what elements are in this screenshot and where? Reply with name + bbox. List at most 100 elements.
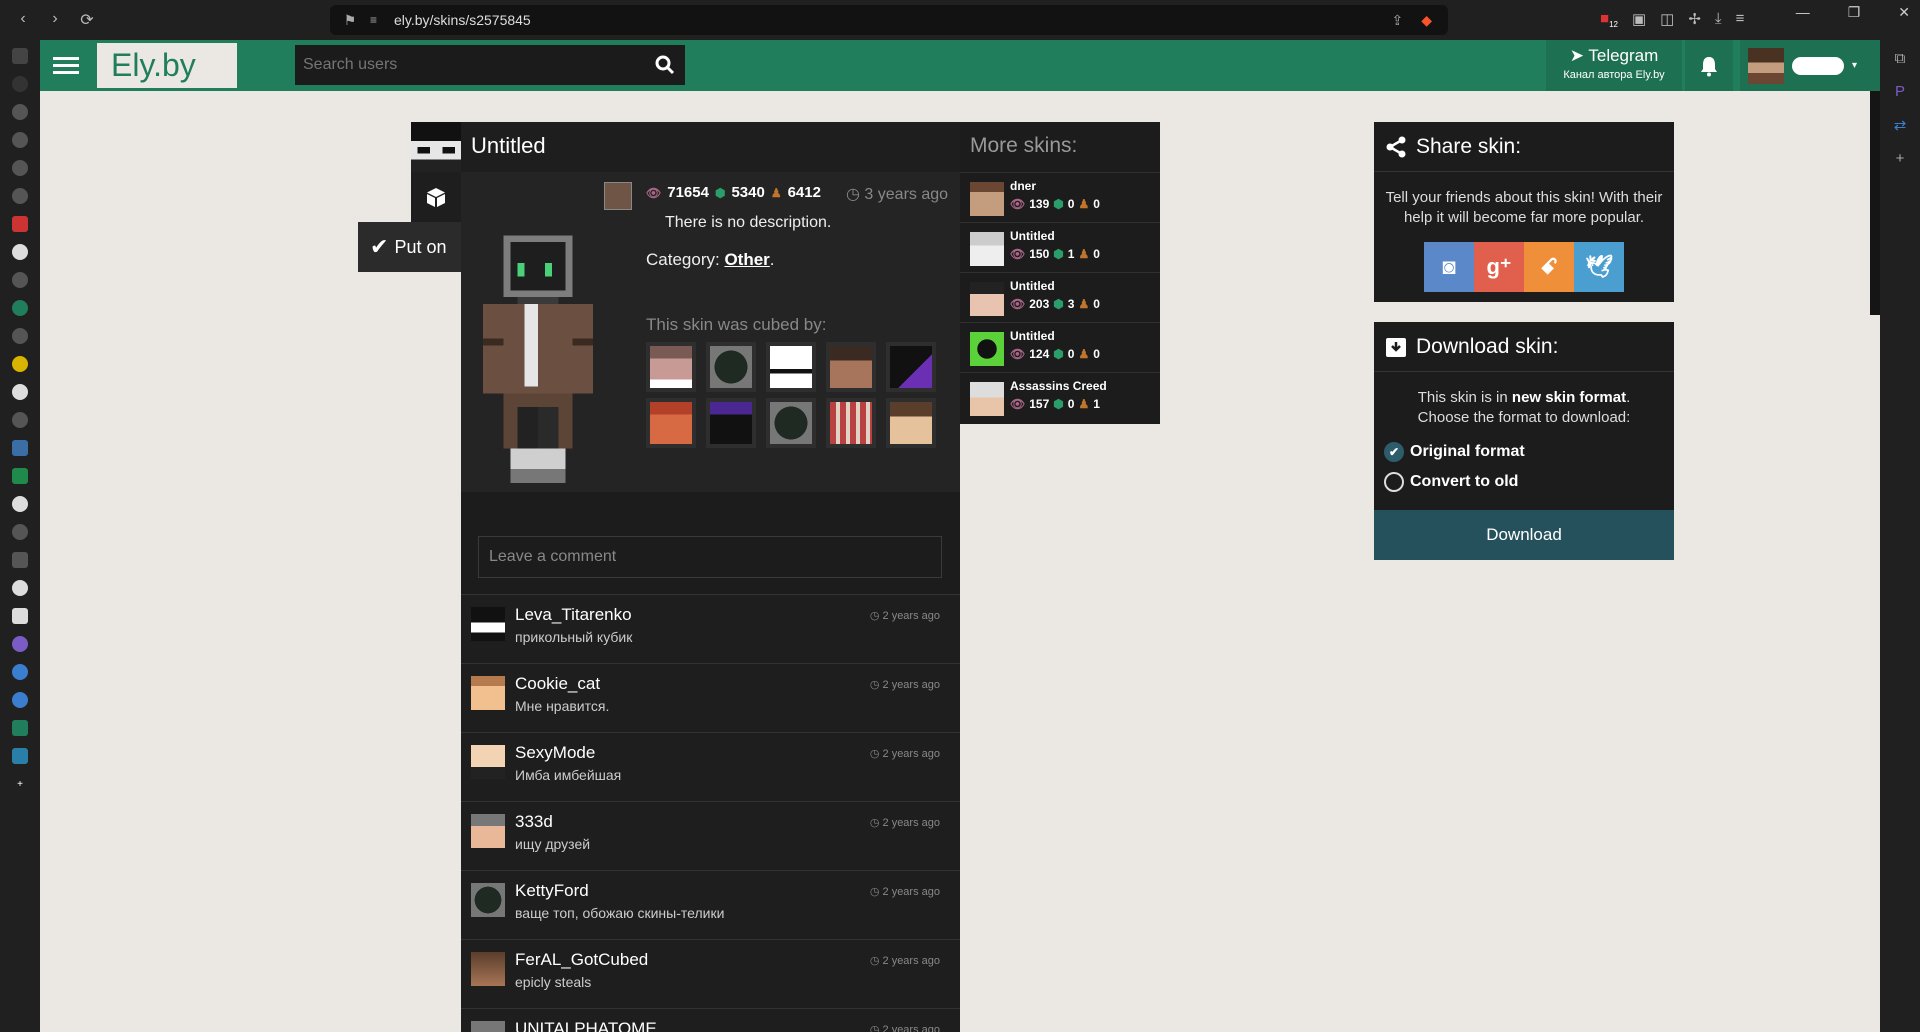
menu-icon[interactable]: ≡: [1736, 10, 1745, 29]
cuber-avatar[interactable]: [766, 342, 816, 392]
app-icon[interactable]: [12, 440, 28, 456]
odnoklassniki-share-button[interactable]: ꗃ: [1524, 242, 1574, 292]
close-icon[interactable]: ✕: [1898, 4, 1910, 21]
puzzle-icon[interactable]: ✢: [1688, 10, 1701, 29]
convert-old-radio[interactable]: Convert to old: [1374, 472, 1674, 492]
comment-avatar[interactable]: [471, 814, 505, 848]
telegram-link[interactable]: ➤ Telegram Канал автора Ely.by: [1546, 40, 1682, 91]
globe-icon[interactable]: [12, 328, 28, 344]
comment-author[interactable]: Cookie_cat: [515, 674, 600, 694]
app-icon[interactable]: [12, 300, 28, 316]
app-icon[interactable]: P: [1895, 83, 1905, 100]
search-button[interactable]: [645, 45, 685, 85]
original-format-radio[interactable]: ✔ Original format: [1374, 442, 1674, 462]
comment-input[interactable]: Leave a comment: [478, 536, 942, 578]
comment-avatar[interactable]: [471, 607, 505, 641]
more-skin-item[interactable]: Untitled 👁 203 ⬢ 3 ♟ 0: [960, 272, 1160, 322]
hamburger-menu-icon[interactable]: [40, 40, 91, 91]
download-button[interactable]: Download: [1374, 510, 1674, 560]
tab-skin-head[interactable]: [411, 122, 461, 172]
search-input[interactable]: [295, 45, 645, 85]
comment-author[interactable]: KettyFord: [515, 881, 589, 901]
app-icon[interactable]: [12, 356, 28, 372]
cuber-avatar[interactable]: [646, 342, 696, 392]
comment-avatar[interactable]: [471, 952, 505, 986]
site-logo[interactable]: Ely.by: [97, 43, 237, 88]
put-on-label: Put on: [394, 236, 447, 257]
more-skin-item[interactable]: Assassins Creed 👁 157 ⬢ 0 ♟ 1: [960, 372, 1160, 422]
extension-icon[interactable]: ▣: [1632, 10, 1646, 29]
globe-icon[interactable]: [12, 188, 28, 204]
app-icon[interactable]: [12, 636, 28, 652]
add-icon[interactable]: +: [12, 776, 28, 792]
globe-icon[interactable]: [12, 524, 28, 540]
comment-author[interactable]: Leva_Titarenko: [515, 605, 632, 625]
google-icon[interactable]: [12, 580, 28, 596]
download-title: Download skin:: [1416, 334, 1559, 358]
app-icon[interactable]: [12, 272, 28, 288]
address-bar[interactable]: ⚑ ≡ ely.by/skins/s2575845 ⇪ ◆: [330, 5, 1448, 35]
user-menu[interactable]: ▾: [1740, 40, 1880, 91]
github-icon[interactable]: [12, 244, 28, 260]
notifications-button[interactable]: [1685, 40, 1733, 91]
google-plus-share-button[interactable]: g⁺: [1474, 242, 1524, 292]
twitter-share-button[interactable]: 🕊: [1574, 242, 1624, 292]
comment-author[interactable]: FerAL_GotCubed: [515, 950, 648, 970]
extension-badge-icon[interactable]: ■12: [1600, 10, 1618, 29]
app-icon[interactable]: [12, 468, 28, 484]
app-icon[interactable]: [12, 104, 28, 120]
comment-author[interactable]: UNITALPHATOME: [515, 1019, 657, 1032]
comment-avatar[interactable]: [471, 676, 505, 710]
download-icon[interactable]: ⤓: [1715, 10, 1722, 29]
app-icon[interactable]: [12, 720, 28, 736]
app-icon[interactable]: [12, 748, 28, 764]
more-skin-item[interactable]: dner 👁 139 ⬢ 0 ♟ 0: [960, 172, 1160, 222]
url-text[interactable]: ely.by/skins/s2575845: [394, 12, 531, 28]
app-icon[interactable]: [12, 608, 28, 624]
globe-icon[interactable]: [12, 160, 28, 176]
comment-avatar[interactable]: [471, 745, 505, 779]
back-icon[interactable]: ‹: [14, 10, 32, 30]
comment-avatar[interactable]: [471, 883, 505, 917]
cuber-avatar[interactable]: [646, 398, 696, 448]
app-icon[interactable]: [12, 132, 28, 148]
mic-icon[interactable]: [12, 692, 28, 708]
cuber-avatar[interactable]: [826, 342, 876, 392]
app-icon[interactable]: [12, 216, 28, 232]
comment-avatar[interactable]: [471, 1021, 505, 1032]
more-skin-item[interactable]: Untitled 👁 150 ⬢ 1 ♟ 0: [960, 222, 1160, 272]
app-icon[interactable]: [12, 76, 28, 92]
sidebar-toggle-icon[interactable]: [12, 48, 28, 64]
add-icon[interactable]: +: [1896, 150, 1905, 167]
comment-author[interactable]: SexyMode: [515, 743, 595, 763]
category-link[interactable]: Other: [724, 250, 769, 269]
put-on-button[interactable]: ✔ Put on: [358, 222, 461, 272]
cuber-avatar[interactable]: [826, 398, 876, 448]
bookmarks-icon[interactable]: ⧉: [1895, 50, 1906, 67]
share-page-icon[interactable]: ⇪: [1391, 12, 1403, 29]
google-icon[interactable]: [12, 384, 28, 400]
forward-icon[interactable]: ›: [46, 10, 64, 30]
cuber-avatar[interactable]: [706, 398, 756, 448]
translate-icon[interactable]: ⇄: [1894, 116, 1907, 134]
comment-author[interactable]: 333d: [515, 812, 553, 832]
cuber-avatar[interactable]: [886, 398, 936, 448]
restore-icon[interactable]: ❐: [1848, 4, 1861, 21]
app-icon[interactable]: [12, 552, 28, 568]
skin-preview[interactable]: [483, 214, 593, 504]
tab-3d-view[interactable]: [411, 172, 461, 222]
cuber-avatar[interactable]: [766, 398, 816, 448]
discord-share-button[interactable]: ◙: [1424, 242, 1474, 292]
bookmark-icon[interactable]: ⚑: [330, 12, 370, 29]
more-skin-item[interactable]: Untitled 👁 124 ⬢ 0 ♟ 0: [960, 322, 1160, 372]
reload-icon[interactable]: ⟳: [78, 10, 96, 30]
mic-icon[interactable]: [12, 664, 28, 680]
minimize-icon[interactable]: —: [1796, 4, 1810, 21]
reader-icon[interactable]: ◫: [1660, 10, 1674, 29]
brave-shield-icon[interactable]: ◆: [1421, 12, 1432, 29]
cuber-avatar[interactable]: [706, 342, 756, 392]
cuber-avatar[interactable]: [886, 342, 936, 392]
globe-icon[interactable]: [12, 412, 28, 428]
site-info-icon[interactable]: ≡: [370, 13, 394, 27]
google-icon[interactable]: [12, 496, 28, 512]
